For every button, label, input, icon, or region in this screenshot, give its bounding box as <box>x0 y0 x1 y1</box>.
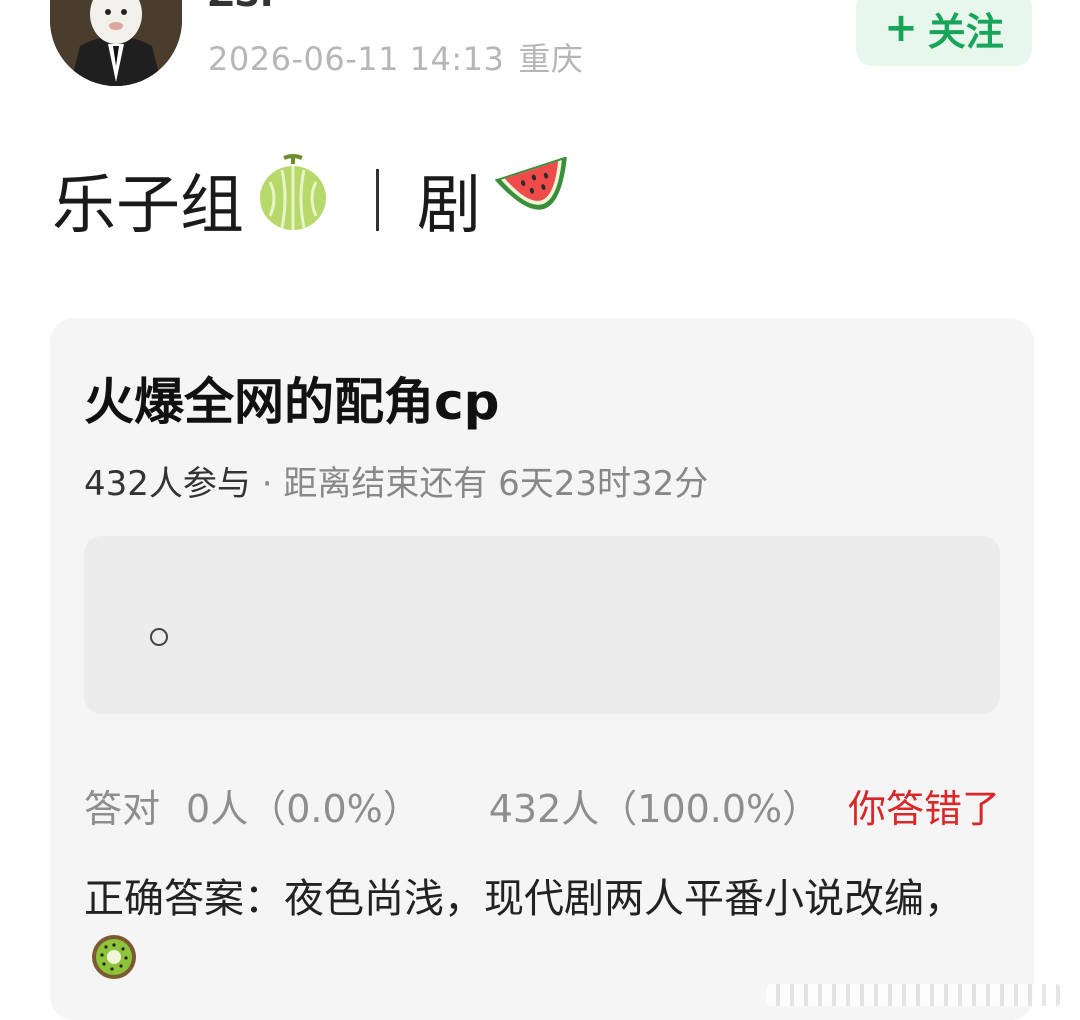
post-title-right: 剧 <box>417 169 481 243</box>
follow-button[interactable]: + 关注 <box>856 0 1032 66</box>
post-title-left: 乐子组 <box>52 169 244 243</box>
quiz-card: 火爆全网的配角cp 432人参与 · 距离结束还有 6天23时32分 答对 0人… <box>50 318 1034 1020</box>
avatar-image <box>50 0 182 86</box>
participant-count: 432人参与 <box>84 464 251 504</box>
quiz-subtitle: 432人参与 · 距离结束还有 6天23时32分 <box>84 456 708 505</box>
melon-icon <box>258 152 328 248</box>
post-timestamp: 2026-06-11 14:13 <box>208 40 505 78</box>
follow-label: 关注 <box>927 9 1004 54</box>
post-meta: 2026-06-11 14:13 重庆 <box>208 34 583 80</box>
countdown: · 距离结束还有 6天23时32分 <box>261 464 709 504</box>
result-text: 你答错了 <box>847 787 1000 831</box>
quiz-title: 火爆全网的配角cp <box>84 373 500 431</box>
correct-answer: 正确答案：夜色尚浅，现代剧两人平番小说改编， <box>84 866 964 1001</box>
option-radio-icon <box>150 628 168 646</box>
post-title: 乐子组 剧 <box>52 154 579 243</box>
correct-label: 答对 <box>84 787 161 831</box>
watermelon-icon <box>494 156 579 243</box>
quiz-stats: 答对 0人（0.0%） 432人（100.0%） 你答错了 <box>84 778 1000 833</box>
plus-icon: + <box>884 5 918 51</box>
kiwi-icon <box>90 933 138 1001</box>
username[interactable]: ZSP <box>208 0 286 15</box>
wrong-count: 432人（100.0%） <box>488 787 821 831</box>
correct-count: 0人（0.0%） <box>186 787 421 831</box>
avatar[interactable] <box>50 0 182 86</box>
quiz-option[interactable] <box>84 536 1000 714</box>
watermark <box>766 984 1062 1006</box>
answer-text: 正确答案：夜色尚浅，现代剧两人平番小说改编， <box>84 876 964 922</box>
post-location: 重庆 <box>518 40 584 78</box>
title-divider <box>376 169 379 231</box>
